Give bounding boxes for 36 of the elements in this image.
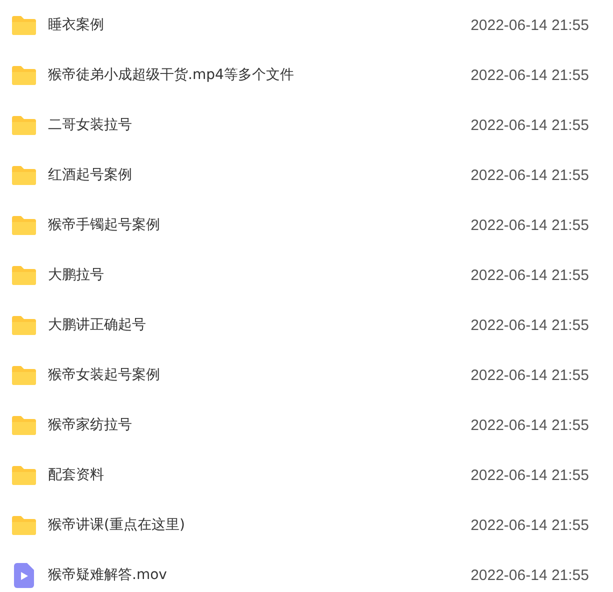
- modified-time: 2022-06-14 21:55: [470, 166, 589, 184]
- folder-icon: [11, 264, 37, 286]
- modified-time: 2022-06-14 21:55: [470, 266, 589, 284]
- file-name[interactable]: 猴帝手镯起号案例: [48, 216, 471, 234]
- folder-icon: [11, 164, 37, 186]
- file-name[interactable]: 红酒起号案例: [48, 166, 471, 184]
- file-name[interactable]: 大鹏讲正确起号: [48, 316, 471, 334]
- folder-icon: [11, 464, 37, 486]
- modified-time: 2022-06-14 21:55: [470, 16, 589, 34]
- folder-icon: [11, 414, 37, 436]
- folder-icon: [11, 64, 37, 86]
- modified-time: 2022-06-14 21:55: [470, 366, 589, 384]
- file-name[interactable]: 猴帝讲课(重点在这里): [48, 516, 471, 534]
- modified-time: 2022-06-14 21:55: [470, 66, 589, 84]
- file-name[interactable]: 大鹏拉号: [48, 266, 471, 284]
- file-name[interactable]: 配套资料: [48, 466, 471, 484]
- modified-time: 2022-06-14 21:55: [470, 116, 589, 134]
- file-name[interactable]: 猴帝家纺拉号: [48, 416, 471, 434]
- folder-icon: [11, 314, 37, 336]
- modified-time: 2022-06-14 21:55: [470, 566, 589, 584]
- file-name[interactable]: 猴帝疑难解答.mov: [48, 566, 471, 584]
- folder-icon: [11, 364, 37, 386]
- modified-time: 2022-06-14 21:55: [470, 466, 589, 484]
- video-file-icon: [14, 562, 34, 588]
- file-name[interactable]: 猴帝女装起号案例: [48, 366, 471, 384]
- file-name[interactable]: 睡衣案例: [48, 16, 471, 34]
- folder-icon: [11, 114, 37, 136]
- modified-time: 2022-06-14 21:55: [470, 316, 589, 334]
- folder-icon: [11, 214, 37, 236]
- file-name[interactable]: 猴帝徒弟小成超级干货.mp4等多个文件: [48, 66, 471, 84]
- modified-time: 2022-06-14 21:55: [470, 216, 589, 234]
- modified-time: 2022-06-14 21:55: [470, 416, 589, 434]
- folder-icon: [11, 514, 37, 536]
- folder-icon: [11, 14, 37, 36]
- file-name[interactable]: 二哥女装拉号: [48, 116, 471, 134]
- modified-time: 2022-06-14 21:55: [470, 516, 589, 534]
